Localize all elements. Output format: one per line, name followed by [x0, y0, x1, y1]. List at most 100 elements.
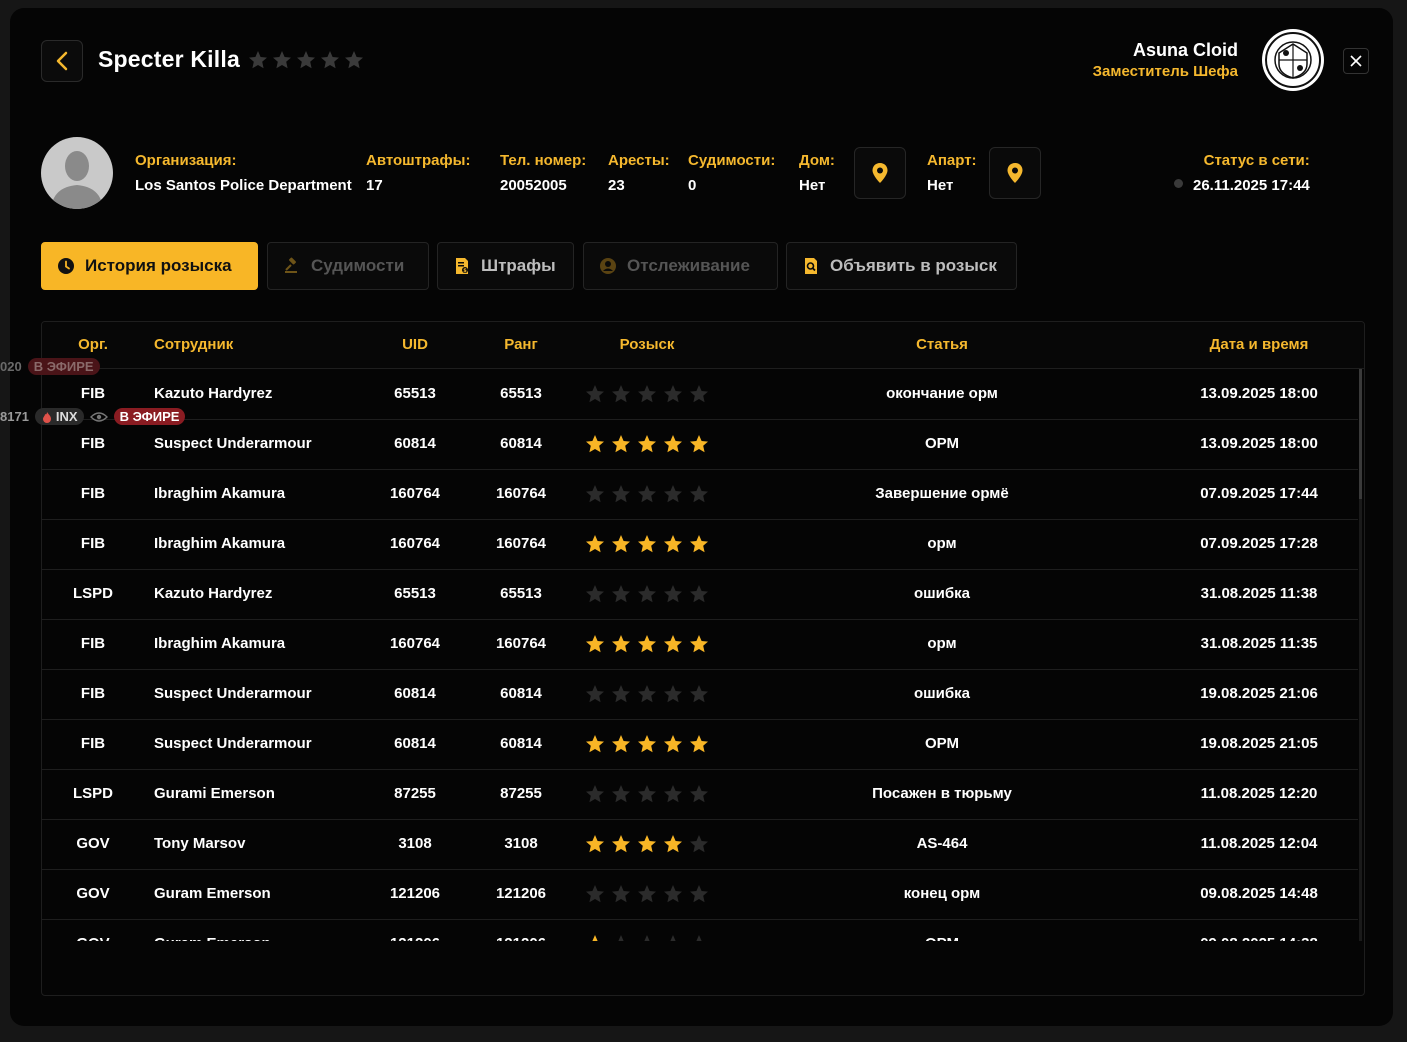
map-pin-icon: [1007, 163, 1023, 183]
star-icon: [664, 535, 682, 553]
tab-fines[interactable]: $ Штрафы: [437, 242, 574, 290]
star-icon: [638, 785, 656, 803]
star-icon: [586, 685, 604, 703]
tab-declare-wanted[interactable]: Объявить в розыск: [786, 242, 1017, 290]
cell-uid: 60814: [394, 735, 436, 752]
cell-employee: Suspect Underarmour: [154, 735, 312, 752]
cell-wanted-stars: [585, 484, 709, 504]
cell-datetime: 31.08.2025 11:38: [1200, 585, 1318, 602]
overlay-player-id: 020: [0, 359, 22, 374]
table-row[interactable]: LSPD Gurami Emerson 87255 87255 Посажен в тю…: [42, 769, 1358, 820]
organization-value: Los Santos Police Department: [135, 177, 352, 194]
cell-org: FIB: [80, 435, 106, 452]
table-row[interactable]: FIB Suspect Underarmour 60814 60814 ошибка 19…: [42, 669, 1358, 720]
star-icon: [664, 885, 682, 903]
star-icon: [612, 435, 630, 453]
cell-wanted-stars: [585, 634, 709, 654]
star-icon: [586, 485, 604, 503]
star-icon: [670, 935, 676, 941]
cell-article: ошибка: [913, 685, 971, 702]
close-button[interactable]: [1343, 48, 1369, 74]
apartment-location-button[interactable]: [989, 147, 1041, 199]
star-icon: [664, 735, 682, 753]
star-icon: [664, 685, 682, 703]
table-row[interactable]: LSPD Kazuto Hardyrez 65513 65513 ошибка 31.08…: [42, 569, 1358, 620]
tab-wanted-history[interactable]: История розыска: [41, 242, 258, 290]
star-icon: [612, 585, 630, 603]
cell-rank: 160764: [495, 485, 547, 502]
table-row[interactable]: FIB Suspect Underarmour 60814 60814 ОРМ 13.09…: [42, 419, 1358, 470]
table-row[interactable]: GOV Guram Emerson 121206 121206 ОРМ 09.08.202…: [42, 919, 1358, 941]
star-icon: [273, 51, 291, 69]
tab-label: История розыска: [85, 256, 232, 275]
scrollbar-thumb[interactable]: [1359, 369, 1362, 499]
inx-label: INX: [55, 409, 78, 424]
cell-uid: 60814: [394, 435, 436, 452]
arrests-label: Аресты:: [608, 152, 670, 169]
cell-rank: 3108: [504, 835, 538, 852]
star-icon: [612, 785, 630, 803]
cell-org: FIB: [80, 735, 106, 752]
cell-article: Посажен в тюрьму: [872, 785, 1012, 802]
cell-rank: 87255: [500, 785, 542, 802]
back-button[interactable]: [41, 40, 83, 82]
table-body: FIB Kazuto Hardyrez 65513 65513 окончание ор…: [42, 369, 1358, 941]
table-row[interactable]: FIB Ibraghim Akamura 160764 160764 орм 07.09.…: [42, 519, 1358, 570]
column-header-org: Орг.: [78, 336, 108, 353]
star-icon: [638, 735, 656, 753]
cell-employee: Suspect Underarmour: [154, 435, 312, 452]
cell-article: ОРМ: [925, 435, 959, 452]
table-row[interactable]: GOV Tony Marsov 3108 3108 AS-464 11.08.2025 1…: [42, 819, 1358, 870]
online-status-label: Статус в сети:: [1203, 152, 1310, 169]
table-row[interactable]: FIB Ibraghim Akamura 160764 160764 орм 31.08.…: [42, 619, 1358, 670]
star-icon: [638, 835, 656, 853]
live-badge: В ЭФИРЕ: [113, 408, 186, 425]
star-icon: [690, 885, 708, 903]
cell-org: GOV: [76, 835, 110, 852]
star-icon: [586, 785, 604, 803]
table-row[interactable]: GOV Guram Emerson 121206 121206 конец орм 09.…: [42, 869, 1358, 920]
cell-wanted-stars: [585, 884, 709, 904]
tab-label: Отслеживание: [627, 256, 750, 275]
cell-article: окончание орм: [886, 385, 998, 402]
cell-rank: 121206: [495, 885, 547, 902]
cell-employee: Tony Marsov: [154, 835, 246, 852]
tab-tracking[interactable]: Отслеживание: [583, 242, 778, 290]
cell-org: LSPD: [72, 785, 114, 802]
inx-badge: INX: [34, 408, 84, 425]
organization-label: Организация:: [135, 152, 237, 169]
table-row[interactable]: FIB Ibraghim Akamura 160764 160764 Завершени…: [42, 469, 1358, 520]
cell-datetime: 07.09.2025 17:28: [1200, 535, 1318, 552]
table-row[interactable]: FIB Suspect Underarmour 60814 60814 ОРМ 19.08…: [42, 719, 1358, 770]
tab-convictions[interactable]: Судимости: [267, 242, 429, 290]
star-icon: [586, 885, 604, 903]
cell-employee: Kazuto Hardyrez: [154, 385, 273, 402]
table-row[interactable]: FIB Kazuto Hardyrez 65513 65513 окончание ор…: [42, 369, 1358, 420]
cell-wanted-stars: [585, 734, 709, 754]
star-icon: [612, 385, 630, 403]
map-pin-icon: [872, 163, 888, 183]
cell-rank: 121206: [496, 935, 546, 941]
convictions-label: Судимости:: [688, 152, 776, 169]
star-icon: [690, 785, 708, 803]
star-icon: [696, 935, 702, 941]
cell-datetime: 31.08.2025 11:35: [1200, 635, 1318, 652]
cell-employee: Ibraghim Akamura: [154, 485, 286, 502]
eye-icon: [89, 411, 108, 422]
table-header: Орг. Сотрудник UID Ранг Розыск Статья Да…: [42, 322, 1364, 369]
star-icon: [690, 685, 708, 703]
cell-employee: Gurami Emerson: [154, 785, 275, 802]
cell-datetime: 09.08.2025 14:38: [1200, 935, 1318, 941]
table-scrollbar[interactable]: [1359, 369, 1362, 941]
phone-label: Тел. номер:: [500, 152, 587, 169]
cell-wanted-stars: [585, 384, 709, 404]
live-badge: В ЭФИРЕ: [27, 358, 100, 375]
page-title: Specter Killa: [98, 46, 240, 72]
cell-org: FIB: [80, 385, 106, 402]
star-icon: [690, 735, 708, 753]
cell-datetime: 19.08.2025 21:05: [1200, 735, 1318, 752]
star-icon: [638, 585, 656, 603]
star-icon: [586, 835, 604, 853]
house-location-button[interactable]: [854, 147, 906, 199]
star-icon: [586, 635, 604, 653]
